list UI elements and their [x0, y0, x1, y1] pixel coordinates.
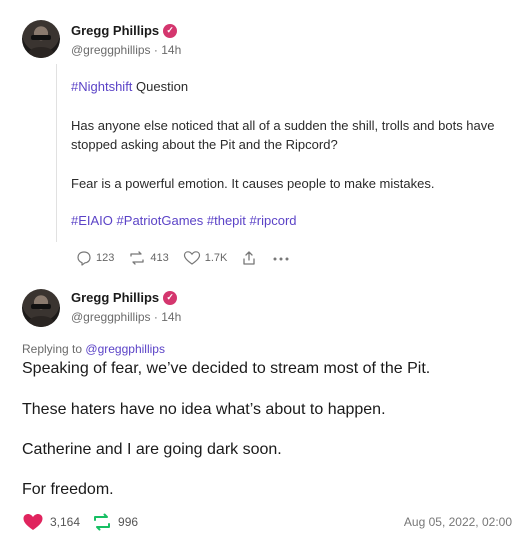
share-button[interactable] — [241, 250, 257, 266]
author-handle[interactable]: @greggphillips — [71, 310, 151, 324]
like-count: 1.7K — [204, 252, 228, 264]
reply-count: 123 — [96, 252, 115, 264]
post-1-paragraph-2: Has anyone else noticed that all of a su… — [71, 118, 495, 152]
post-1-actions: 123 413 1.7K — [76, 250, 305, 266]
more-button[interactable] — [271, 250, 291, 266]
repost-icon — [130, 251, 145, 265]
replying-to-label: Replying to — [22, 342, 83, 356]
post-1-paragraph-3: Fear is a powerful emotion. It causes pe… — [71, 176, 435, 191]
post-2-paragraph-4: For freedom. — [22, 481, 114, 498]
post-time[interactable]: 14h — [161, 310, 181, 324]
post-1-line-1: #Nightshift Question — [71, 77, 521, 96]
post-time[interactable]: 14h — [161, 43, 181, 57]
like-button[interactable]: 1.7K — [183, 250, 228, 266]
replying-to: Replying to @greggphillips — [22, 342, 165, 356]
like-icon — [23, 514, 43, 530]
like-icon — [183, 251, 200, 265]
share-icon — [243, 251, 256, 265]
verified-badge-icon: ✓ — [163, 290, 178, 305]
thread-line — [56, 64, 57, 242]
repost-count: 996 — [118, 515, 139, 529]
avatar[interactable] — [22, 289, 60, 327]
author-name[interactable]: Gregg Phillips — [71, 23, 159, 38]
avatar[interactable] — [22, 20, 60, 58]
author-handle-row: @greggphillips · 14h — [71, 43, 181, 57]
post-2-paragraph-2: These haters have no idea what’s about t… — [22, 401, 386, 418]
post-date[interactable]: Aug 05, 2022, 02:00 — [404, 515, 512, 529]
author-handle[interactable]: @greggphillips — [71, 43, 151, 57]
post-text: Question — [132, 79, 189, 94]
repost-button[interactable]: 413 — [128, 250, 169, 266]
repost-icon — [94, 513, 111, 531]
hashtag-thepit[interactable]: #thepit — [207, 213, 246, 228]
like-count: 3,164 — [50, 515, 81, 529]
hashtag-eiaio[interactable]: #EIAIO — [71, 213, 113, 228]
repost-stat[interactable]: 996 — [92, 513, 138, 531]
more-icon — [273, 257, 289, 261]
hashtag-patriotgames[interactable]: #PatriotGames — [117, 213, 204, 228]
post-2-paragraph-3: Catherine and I are going dark soon. — [22, 441, 282, 458]
reply-button[interactable]: 123 — [76, 250, 114, 266]
reply-icon — [77, 251, 91, 266]
like-stat[interactable]: 3,164 — [22, 512, 80, 532]
author-name-row: Gregg Phillips ✓ — [71, 23, 178, 38]
hashtag-ripcord[interactable]: #ripcord — [250, 213, 297, 228]
author-name-row: Gregg Phillips ✓ — [71, 290, 178, 305]
author-handle-row: @greggphillips · 14h — [71, 310, 181, 324]
post-2-paragraph-1: Speaking of fear, we’ve decided to strea… — [22, 360, 431, 377]
repost-count: 413 — [150, 252, 169, 264]
author-name[interactable]: Gregg Phillips — [71, 290, 159, 305]
replying-to-handle[interactable]: @greggphillips — [85, 342, 165, 356]
post-2-footer: 3,164 996 Aug 05, 2022, 02:00 — [22, 512, 512, 532]
hashtag[interactable]: #Nightshift — [71, 79, 132, 94]
post-1-hashtags: #EIAIO #PatriotGames #thepit #ripcord — [71, 211, 521, 230]
verified-badge-icon: ✓ — [163, 23, 178, 38]
